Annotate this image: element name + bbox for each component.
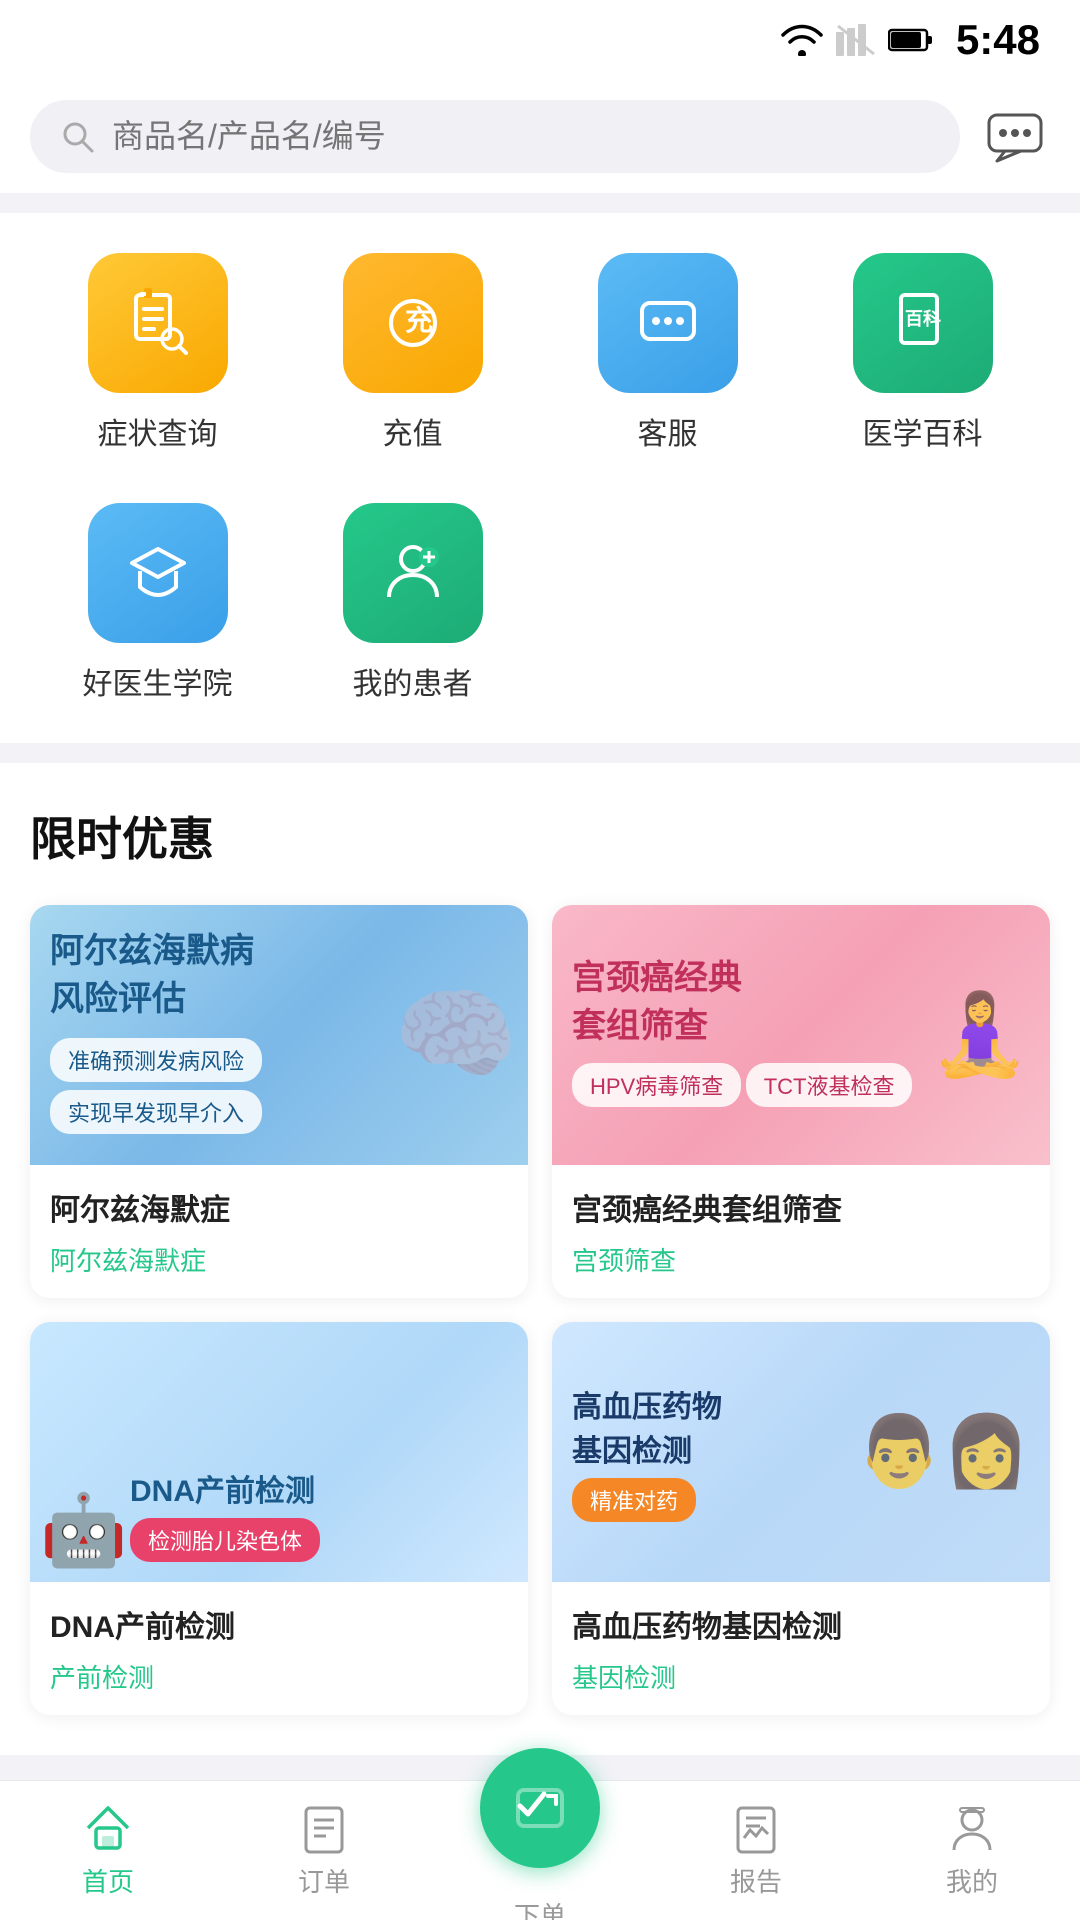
alzheimer-tag: 阿尔兹海默症 (50, 1241, 508, 1278)
hyper-card-body: 高血压药物基因检测 基因检测 (552, 1582, 1050, 1715)
alzheimer-badge2: 实现早发现早介入 (50, 1090, 262, 1134)
cervical-badge1: HPV病毒筛查 (572, 1063, 741, 1107)
nav-center-label: 下单 (514, 1896, 566, 1920)
nav-report[interactable]: 报告 (676, 1802, 836, 1899)
promo-card-cervical[interactable]: 宫颈癌经典套组筛查 HPV病毒筛查 TCT液基检查 🧘‍♀️ 宫颈癌经典套组筛查… (552, 905, 1050, 1298)
service-label: 客服 (638, 409, 698, 453)
svg-text:百科: 百科 (905, 308, 941, 329)
nav-home[interactable]: 首页 (28, 1802, 188, 1899)
cervical-card-body: 宫颈癌经典套组筛查 宫颈筛查 (552, 1165, 1050, 1298)
service-icon-bg (598, 253, 738, 393)
hyper-card-title: 高血压药物基因检测 (572, 1382, 722, 1470)
quick-menu-service[interactable]: 客服 (540, 253, 795, 453)
search-input[interactable] (112, 118, 930, 155)
nav-mine[interactable]: 我的 (892, 1802, 1052, 1899)
promo-grid: 阿尔兹海默病风险评估 准确预测发病风险 实现早发现早介入 🧠 阿尔兹海默症 阿尔… (30, 905, 1050, 1715)
dna-card-body: DNA产前检测 产前检测 (30, 1582, 528, 1715)
alzheimer-card-image: 阿尔兹海默病风险评估 准确预测发病风险 实现早发现早介入 🧠 (30, 905, 528, 1165)
dna-tag: 产前检测 (50, 1658, 508, 1695)
nav-center[interactable]: 下单 (460, 1768, 620, 1920)
symptom-label: 症状查询 (98, 409, 218, 453)
encyclopedia-label: 医学百科 (863, 409, 983, 453)
dna-card-title: DNA产前检测 (130, 1466, 508, 1510)
promo-card-dna[interactable]: 🤖 DNA产前检测 检测胎儿染色体 DNA产前检测 产前检测 (30, 1322, 528, 1715)
cervical-text: 宫颈癌经典套组筛查 HPV病毒筛查 TCT液基检查 (572, 955, 912, 1114)
signal-icon (836, 24, 876, 56)
recharge-label: 充值 (383, 409, 443, 453)
hyper-product-title: 高血压药物基因检测 (572, 1602, 1030, 1646)
nav-home-label: 首页 (82, 1862, 134, 1899)
chat-icon (985, 107, 1045, 167)
quick-menu-academy[interactable]: 好医生学院 (30, 503, 285, 703)
mine-icon (946, 1802, 998, 1854)
report-icon (730, 1802, 782, 1854)
search-input-wrap[interactable] (30, 100, 960, 173)
bottom-nav: 首页 订单 下单 报告 (0, 1780, 1080, 1920)
dna-card-image: 🤖 DNA产前检测 检测胎儿染色体 (30, 1322, 528, 1582)
recharge-icon-bg: 充 (343, 253, 483, 393)
quick-menu-encyclopedia[interactable]: 百科 医学百科 (795, 253, 1050, 453)
promo-card-hypertension[interactable]: 高血压药物基因检测 精准对药 👨‍👩‍ 高血压药物基因检测 基因检测 (552, 1322, 1050, 1715)
order-icon (298, 1802, 350, 1854)
patient-icon (377, 537, 449, 609)
status-icons (780, 24, 936, 56)
academy-label: 好医生学院 (83, 659, 233, 703)
battery-icon (888, 26, 936, 54)
hyper-text: 高血压药物基因检测 精准对药 (572, 1382, 722, 1522)
place-order-icon (508, 1776, 572, 1840)
search-bar-container (0, 80, 1080, 193)
cervical-card-title: 宫颈癌经典套组筛查 (572, 955, 912, 1050)
encyclopedia-icon: 百科 (887, 287, 959, 359)
quick-menu-symptom[interactable]: 症状查询 (30, 253, 285, 453)
nav-report-label: 报告 (730, 1862, 782, 1899)
status-bar: 5:48 (0, 0, 1080, 80)
alzheimer-card-body: 阿尔兹海默症 阿尔兹海默症 (30, 1165, 528, 1298)
quick-menu-section: 症状查询 充 充值 客服 (0, 213, 1080, 743)
recharge-icon: 充 (377, 287, 449, 359)
nav-mine-label: 我的 (946, 1862, 998, 1899)
search-icon (60, 119, 96, 155)
cervical-card-image: 宫颈癌经典套组筛查 HPV病毒筛查 TCT液基检查 🧘‍♀️ (552, 905, 1050, 1165)
academy-icon-bg (88, 503, 228, 643)
cervical-person: 🧘‍♀️ (930, 988, 1030, 1082)
chat-button[interactable] (980, 102, 1050, 172)
symptom-icon (122, 287, 194, 359)
patient-icon-bg (343, 503, 483, 643)
dna-text: DNA产前检测 检测胎儿染色体 (130, 1466, 508, 1562)
academy-icon (122, 537, 194, 609)
encyclopedia-icon-bg: 百科 (853, 253, 993, 393)
robot-wrap: 🤖 (40, 1490, 127, 1572)
quick-menu-recharge[interactable]: 充 充值 (285, 253, 540, 453)
hyper-tag: 基因检测 (572, 1658, 1030, 1695)
svg-text:充: 充 (405, 304, 433, 336)
dna-product-title: DNA产前检测 (50, 1602, 508, 1646)
home-icon (82, 1802, 134, 1854)
cervical-badge2: TCT液基检查 (746, 1063, 913, 1107)
patient-label: 我的患者 (353, 659, 473, 703)
promo-card-alzheimer[interactable]: 阿尔兹海默病风险评估 准确预测发病风险 实现早发现早介入 🧠 阿尔兹海默症 阿尔… (30, 905, 528, 1298)
promo-title: 限时优惠 (30, 803, 1050, 869)
hyper-badge1: 精准对药 (572, 1478, 696, 1522)
robot-emoji: 🤖 (40, 1491, 127, 1569)
alzheimer-badge1: 准确预测发病风险 (50, 1038, 262, 1082)
symptom-icon-bg (88, 253, 228, 393)
wifi-icon (780, 24, 824, 56)
brain-decoration: 🧠 (393, 977, 518, 1094)
nav-order[interactable]: 订单 (244, 1802, 404, 1899)
alzheimer-product-title: 阿尔兹海默症 (50, 1185, 508, 1229)
nav-place-order-button[interactable] (480, 1748, 600, 1868)
status-time: 5:48 (956, 16, 1040, 64)
quick-menu-grid: 症状查询 充 充值 客服 (30, 253, 1050, 703)
hyper-card-image: 高血压药物基因检测 精准对药 👨‍👩‍ (552, 1322, 1050, 1582)
cervical-tag: 宫颈筛查 (572, 1241, 1030, 1278)
hyper-person: 👨‍👩‍ (856, 1411, 1030, 1493)
nav-order-label: 订单 (298, 1862, 350, 1899)
dna-badge1: 检测胎儿染色体 (130, 1518, 320, 1562)
quick-menu-patient[interactable]: 我的患者 (285, 503, 540, 703)
cervical-product-title: 宫颈癌经典套组筛查 (572, 1185, 1030, 1229)
promo-section: 限时优惠 阿尔兹海默病风险评估 准确预测发病风险 实现早发现早介入 🧠 阿尔兹海… (0, 763, 1080, 1755)
service-icon (632, 287, 704, 359)
